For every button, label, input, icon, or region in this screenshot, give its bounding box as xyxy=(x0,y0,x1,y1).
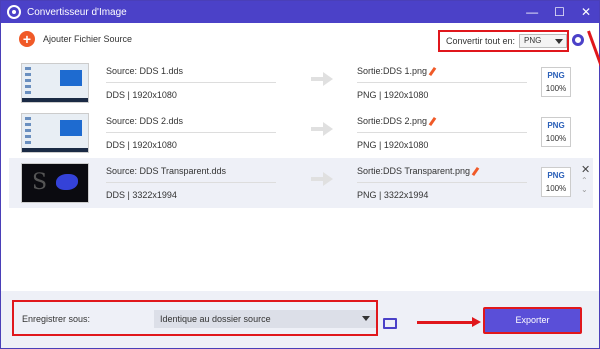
file-row[interactable]: Source: DDS 1.dds DDS | 1920x1080 Sortie… xyxy=(9,58,593,108)
minimize-button[interactable]: — xyxy=(526,5,538,19)
window-controls: — ☐ ✕ xyxy=(526,1,591,23)
annotation-arrow xyxy=(417,317,481,327)
arrow-right-icon xyxy=(311,122,333,136)
close-button[interactable]: ✕ xyxy=(581,5,591,19)
output-format-button[interactable]: PNG 100% xyxy=(541,167,571,197)
source-name: Source: DDS 1.dds xyxy=(106,66,184,76)
edit-icon[interactable] xyxy=(428,117,437,127)
arrow-right-icon xyxy=(311,72,333,86)
bottom-bar: Enregistrer sous: Identique au dossier s… xyxy=(1,291,599,348)
maximize-button[interactable]: ☐ xyxy=(554,5,565,19)
gear-icon[interactable] xyxy=(572,34,584,46)
add-source-file-label: Ajouter Fichier Source xyxy=(43,34,133,44)
save-location-select[interactable]: Identique au dossier source xyxy=(154,310,376,328)
output-name: Sortie:DDS Transparent.png xyxy=(357,166,480,177)
window-title: Convertisseur d'Image xyxy=(27,6,127,18)
save-location-group: Enregistrer sous: Identique au dossier s… xyxy=(12,300,378,336)
output-format-button[interactable]: PNG 100% xyxy=(541,117,571,147)
title-bar: Convertisseur d'Image — ☐ ✕ xyxy=(1,1,599,23)
folder-icon[interactable] xyxy=(383,318,397,329)
file-list: Source: DDS 1.dds DDS | 1920x1080 Sortie… xyxy=(9,58,593,208)
source-name: Source: DDS 2.dds xyxy=(106,116,184,126)
reorder-icon[interactable]: ⌃ ⌄ xyxy=(581,176,588,194)
file-row-selected[interactable]: S Source: DDS Transparent.dds DDS | 3322… xyxy=(9,158,593,208)
source-meta: DDS | 1920x1080 xyxy=(106,90,177,100)
convert-all-value: PNG xyxy=(524,36,542,45)
output-meta: PNG | 1920x1080 xyxy=(357,140,429,150)
edit-icon[interactable] xyxy=(471,167,480,177)
toolbar: + Ajouter Fichier Source Convertir tout … xyxy=(1,23,599,57)
export-button[interactable]: Exporter xyxy=(483,307,582,334)
convert-all-select[interactable]: PNG xyxy=(519,34,567,48)
source-name: Source: DDS Transparent.dds xyxy=(106,166,227,176)
output-meta: PNG | 3322x1994 xyxy=(357,190,429,200)
file-row[interactable]: Source: DDS 2.dds DDS | 1920x1080 Sortie… xyxy=(9,108,593,158)
app-window: Convertisseur d'Image — ☐ ✕ + Ajouter Fi… xyxy=(0,0,600,349)
remove-file-icon[interactable]: ✕ xyxy=(581,163,590,176)
source-meta: DDS | 3322x1994 xyxy=(106,190,177,200)
file-thumbnail xyxy=(21,113,89,153)
source-meta: DDS | 1920x1080 xyxy=(106,140,177,150)
convert-all-label: Convertir tout en: xyxy=(446,36,516,46)
file-thumbnail xyxy=(21,63,89,103)
arrow-right-icon xyxy=(311,172,333,186)
convert-all-group: Convertir tout en: PNG xyxy=(438,30,569,52)
output-meta: PNG | 1920x1080 xyxy=(357,90,429,100)
caret-down-icon xyxy=(362,316,370,321)
save-location-label: Enregistrer sous: xyxy=(22,314,91,324)
output-name: Sortie:DDS 2.png xyxy=(357,116,437,127)
app-logo-icon xyxy=(7,5,21,19)
plus-icon: + xyxy=(19,31,35,47)
add-source-file-button[interactable]: + Ajouter Fichier Source xyxy=(19,31,132,47)
output-name: Sortie:DDS 1.png xyxy=(357,66,437,77)
caret-down-icon xyxy=(555,39,563,44)
file-thumbnail: S xyxy=(21,163,89,203)
output-format-button[interactable]: PNG 100% xyxy=(541,67,571,97)
save-location-value: Identique au dossier source xyxy=(160,314,271,324)
edit-icon[interactable] xyxy=(428,67,437,77)
